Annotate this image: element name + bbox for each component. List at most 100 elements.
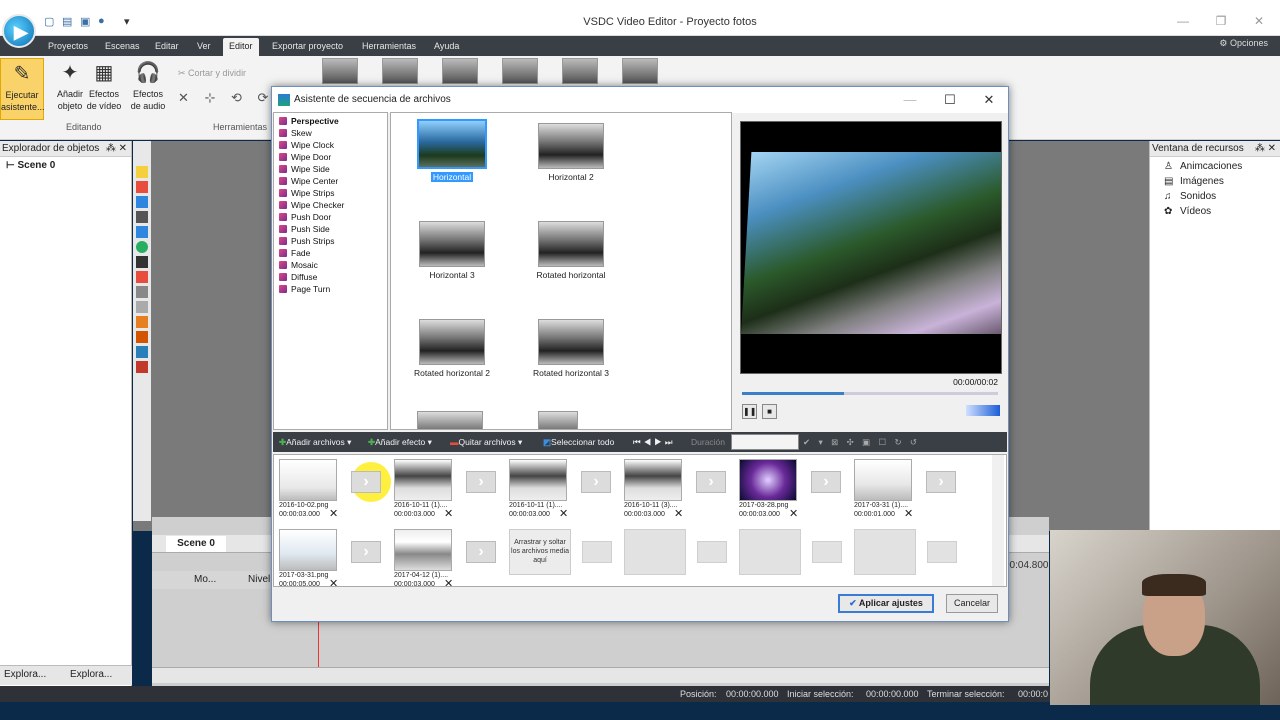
tab-editar[interactable]: Editar (149, 38, 185, 54)
options-button[interactable]: ⚙ Opciones (1219, 38, 1268, 49)
transition-arrow-icon[interactable]: › (926, 471, 956, 493)
gallery-thumbnail-partial[interactable] (538, 411, 578, 429)
remove-file-icon[interactable]: ✕ (329, 577, 338, 586)
gallery-item-rotated-horizontal-2[interactable]: Rotated horizontal 2 (393, 315, 511, 413)
text-tool-icon[interactable] (136, 256, 148, 268)
resource-animations[interactable]: ♙ Animcaciones (1150, 159, 1280, 174)
transition-item[interactable]: Wipe Strips (274, 187, 387, 199)
tab-proyectos[interactable]: Proyectos (42, 38, 94, 54)
new-icon[interactable]: ▢ (44, 15, 56, 28)
dialog-minimize-icon[interactable]: — (900, 91, 920, 109)
video-tool-icon[interactable] (136, 181, 148, 193)
audio-effects-button[interactable]: 🎧 Efectos de audio (126, 58, 170, 120)
pointer-tool-icon[interactable] (136, 166, 148, 178)
resource-videos[interactable]: ✿ Vídeos (1150, 204, 1280, 219)
pen-tool-icon[interactable] (136, 301, 148, 313)
open-icon[interactable]: ▤ (62, 15, 74, 28)
cancel-button[interactable]: Cancelar (946, 594, 998, 613)
gallery-item-horizontal-2[interactable]: Horizontal 2 (512, 119, 630, 217)
transition-item[interactable]: Wipe Door (274, 151, 387, 163)
select-all-button[interactable]: ◩Seleccionar todo (543, 435, 614, 449)
resource-sounds[interactable]: ♫ Sonidos (1150, 189, 1280, 204)
transition-item[interactable]: Diffuse (274, 271, 387, 283)
add-files-button[interactable]: ✚Añadir archivos ▾ (279, 435, 351, 449)
transition-item[interactable]: Fade (274, 247, 387, 259)
dialog-close-icon[interactable]: ✕ (979, 91, 999, 109)
run-wizard-button[interactable]: ✎ Ejecutar asistente... (0, 58, 45, 120)
remove-files-button[interactable]: ▬Quitar archivos ▾ (450, 435, 522, 449)
gallery-item-horizontal-3[interactable]: Horizontal 3 (393, 217, 511, 315)
tab-project-explorer[interactable]: Explora... (70, 669, 112, 680)
transition-arrow-icon[interactable]: › (581, 471, 611, 493)
transition-item[interactable]: Skew (274, 127, 387, 139)
transition-item[interactable]: Wipe Center (274, 175, 387, 187)
remove-file-icon[interactable]: ✕ (789, 507, 798, 520)
template-thumb-5[interactable] (562, 58, 598, 84)
transition-item[interactable]: Push Door (274, 211, 387, 223)
ellipse-tool-icon[interactable] (136, 241, 148, 253)
gallery-item-rotated-horizontal-3[interactable]: Rotated horizontal 3 (512, 315, 630, 413)
timeline-cursor[interactable] (318, 617, 319, 667)
add-effect-button[interactable]: ✚Añadir efecto ▾ (368, 435, 432, 449)
transition-item[interactable]: Wipe Clock (274, 139, 387, 151)
app-logo[interactable]: ▶ (2, 14, 36, 48)
template-thumb-6[interactable] (622, 58, 658, 84)
sequence-tools[interactable]: ✔ ▾ ⊠ ✣ ▣ ☐ ↻ ↺ (803, 435, 920, 449)
duration-input[interactable] (731, 434, 799, 450)
volume-icon[interactable] (966, 405, 1000, 416)
resource-images[interactable]: ▤ Imágenes (1150, 174, 1280, 189)
picture-tool-icon[interactable] (136, 346, 148, 358)
template-thumb-4[interactable] (502, 58, 538, 84)
tab-ver[interactable]: Ver (191, 38, 217, 54)
save-icon[interactable]: ▣ (80, 15, 92, 28)
gallery-thumbnail-partial[interactable] (417, 411, 483, 429)
video-effects-button[interactable]: ▦ Efectos de vídeo (82, 58, 126, 120)
tab-escenas[interactable]: Escenas (99, 38, 146, 54)
shape-tool-icon[interactable] (136, 286, 148, 298)
transition-arrow-icon[interactable]: › (811, 471, 841, 493)
navigation-buttons[interactable]: ⏮◀▶⏭ (633, 435, 675, 449)
transition-item[interactable]: Mosaic (274, 259, 387, 271)
maximize-icon[interactable]: ❐ (1212, 14, 1230, 28)
transition-arrow-icon[interactable]: › (351, 471, 381, 493)
remove-file-icon[interactable]: ✕ (674, 507, 683, 520)
apply-settings-button[interactable]: ✔ Aplicar ajustes (838, 594, 934, 613)
cut-split-button[interactable]: ✂ Cortar y dividir (178, 68, 246, 79)
minimize-icon[interactable]: — (1174, 14, 1192, 28)
tab-herramientas[interactable]: Herramientas (356, 38, 422, 54)
transition-item[interactable]: Perspective (274, 115, 387, 127)
transition-item[interactable]: Wipe Side (274, 163, 387, 175)
remove-file-icon[interactable]: ✕ (904, 507, 913, 520)
rect-tool-icon[interactable] (136, 226, 148, 238)
panel-pin-close-icon[interactable]: ⁂ ✕ (106, 141, 131, 157)
play-icon[interactable]: ● (98, 15, 110, 27)
remove-file-icon[interactable]: ✕ (559, 507, 568, 520)
preview-progress-bar[interactable] (742, 392, 998, 395)
transition-item[interactable]: Page Turn (274, 283, 387, 295)
close-icon[interactable]: ✕ (1250, 14, 1268, 28)
drop-zone-hint[interactable]: Arrastrar y soltar los archivos media aq… (509, 529, 571, 575)
tools-icons[interactable]: ✕ ⊹ ⟲ ⟳ (178, 90, 274, 106)
transition-arrow-icon[interactable]: › (466, 541, 496, 563)
transition-arrow-icon[interactable]: › (466, 471, 496, 493)
audio-tool-icon[interactable] (136, 361, 148, 373)
customize-icon[interactable]: ▾ (124, 15, 136, 28)
template-thumb-3[interactable] (442, 58, 478, 84)
tab-ayuda[interactable]: Ayuda (428, 38, 465, 54)
gallery-item-rotated-horizontal[interactable]: Rotated horizontal (512, 217, 630, 315)
timeline-scrollbar[interactable] (152, 667, 1049, 683)
tab-exportar[interactable]: Exportar proyecto (266, 38, 349, 54)
sprite-tool-icon[interactable] (136, 331, 148, 343)
subtitle-tool-icon[interactable] (136, 271, 148, 283)
tree-item-scene[interactable]: ⊢ Scene 0 (0, 157, 131, 174)
tab-editor[interactable]: Editor (223, 38, 259, 56)
panel-pin-close-icon[interactable]: ⁂ ✕ (1255, 141, 1280, 157)
template-thumb-1[interactable] (322, 58, 358, 84)
remove-file-icon[interactable]: ✕ (444, 507, 453, 520)
dialog-maximize-icon[interactable]: ☐ (940, 91, 960, 109)
image-tool-icon[interactable] (136, 196, 148, 208)
tab-object-explorer[interactable]: Explora... (4, 669, 46, 680)
sequence-scrollbar[interactable] (992, 455, 1004, 586)
template-thumb-2[interactable] (382, 58, 418, 84)
transition-arrow-icon[interactable]: › (696, 471, 726, 493)
